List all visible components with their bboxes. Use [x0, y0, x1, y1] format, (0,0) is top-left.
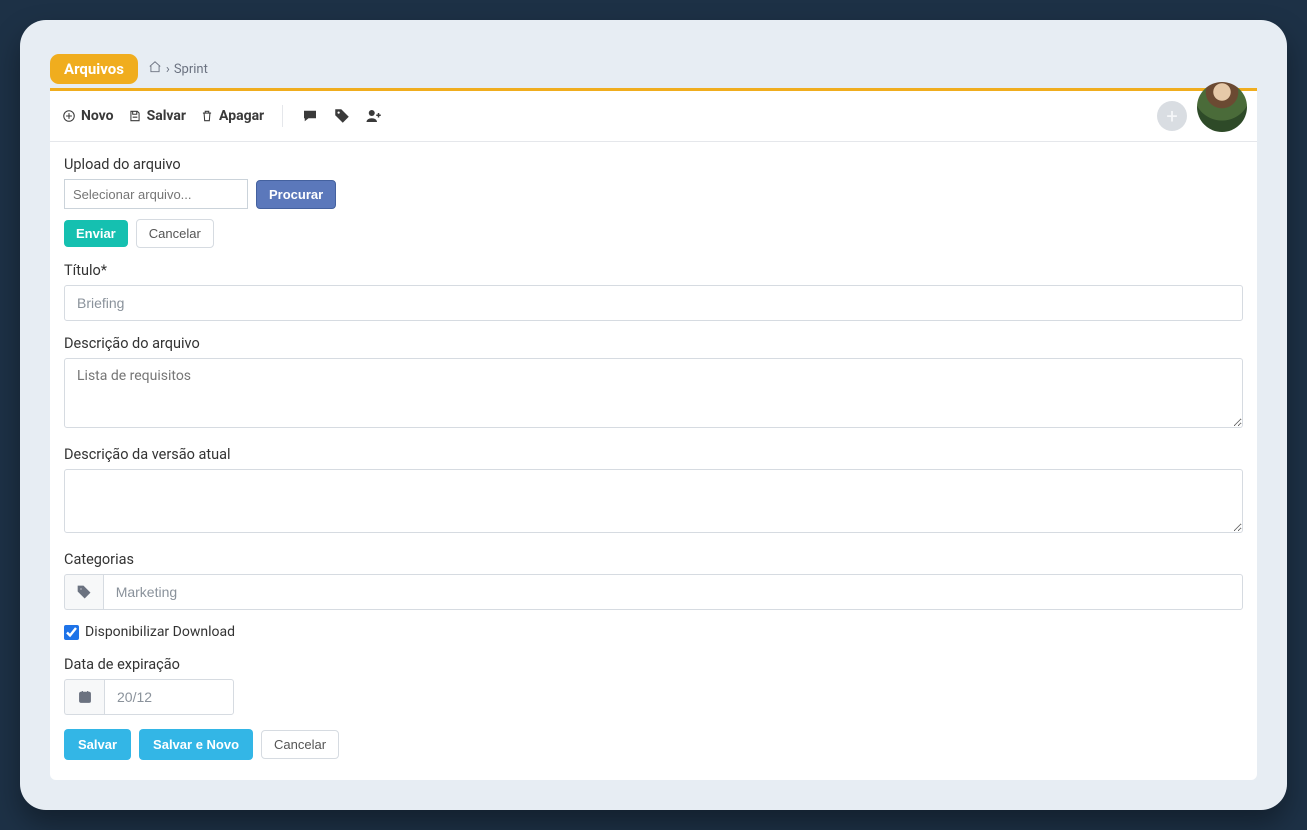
cancel-upload-button[interactable]: Cancelar [136, 219, 214, 248]
file-description-label: Descrição do arquivo [64, 335, 1243, 352]
main-panel: Novo Salvar Apagar + [50, 88, 1257, 780]
form: Upload do arquivo Procurar Enviar Cancel… [50, 142, 1257, 780]
delete-button[interactable]: Apagar [200, 108, 264, 124]
page-title-badge: Arquivos [50, 54, 138, 84]
tags-icon [64, 574, 103, 610]
save-button[interactable]: Salvar [128, 108, 186, 124]
upload-label: Upload do arquivo [64, 156, 1243, 173]
expiration-label: Data de expiração [64, 656, 1243, 673]
calendar-icon [64, 679, 104, 715]
categories-input[interactable] [103, 574, 1243, 610]
version-description-label: Descrição da versão atual [64, 446, 1243, 463]
browse-button[interactable]: Procurar [256, 180, 336, 209]
new-button-label: Novo [81, 108, 114, 124]
expiration-input[interactable] [104, 679, 234, 715]
save-footer-button[interactable]: Salvar [64, 729, 131, 760]
user-add-icon[interactable] [365, 107, 383, 125]
download-checkbox-label: Disponibilizar Download [85, 624, 235, 640]
send-button[interactable]: Enviar [64, 220, 128, 247]
tag-icon[interactable] [333, 107, 351, 125]
comment-icon[interactable] [301, 107, 319, 125]
file-select-input[interactable] [64, 179, 248, 209]
download-checkbox[interactable] [64, 625, 79, 640]
delete-button-label: Apagar [219, 108, 264, 124]
cancel-footer-button[interactable]: Cancelar [261, 730, 339, 759]
app-shell: Arquivos › Sprint Novo Salvar Apagar [20, 20, 1287, 810]
chevron-right-icon: › [166, 62, 170, 77]
trash-icon [200, 109, 214, 123]
version-description-input[interactable] [64, 469, 1243, 533]
breadcrumb[interactable]: › Sprint [148, 60, 208, 78]
title-input[interactable] [64, 285, 1243, 321]
add-button[interactable]: + [1157, 101, 1187, 131]
new-button[interactable]: Novo [62, 108, 114, 124]
save-and-new-button[interactable]: Salvar e Novo [139, 729, 253, 760]
toolbar-divider [282, 105, 283, 127]
toolbar: Novo Salvar Apagar + [50, 91, 1257, 142]
save-button-label: Salvar [147, 108, 186, 124]
home-icon [148, 60, 162, 78]
plus-circle-icon [62, 109, 76, 123]
save-icon [128, 109, 142, 123]
avatar[interactable] [1197, 82, 1247, 132]
toolbar-right: + [1157, 100, 1245, 132]
breadcrumb-label: Sprint [174, 62, 208, 77]
title-label: Título* [64, 262, 1243, 279]
file-description-input[interactable] [64, 358, 1243, 428]
categories-label: Categorias [64, 551, 1243, 568]
page-header: Arquivos › Sprint [50, 54, 1257, 84]
